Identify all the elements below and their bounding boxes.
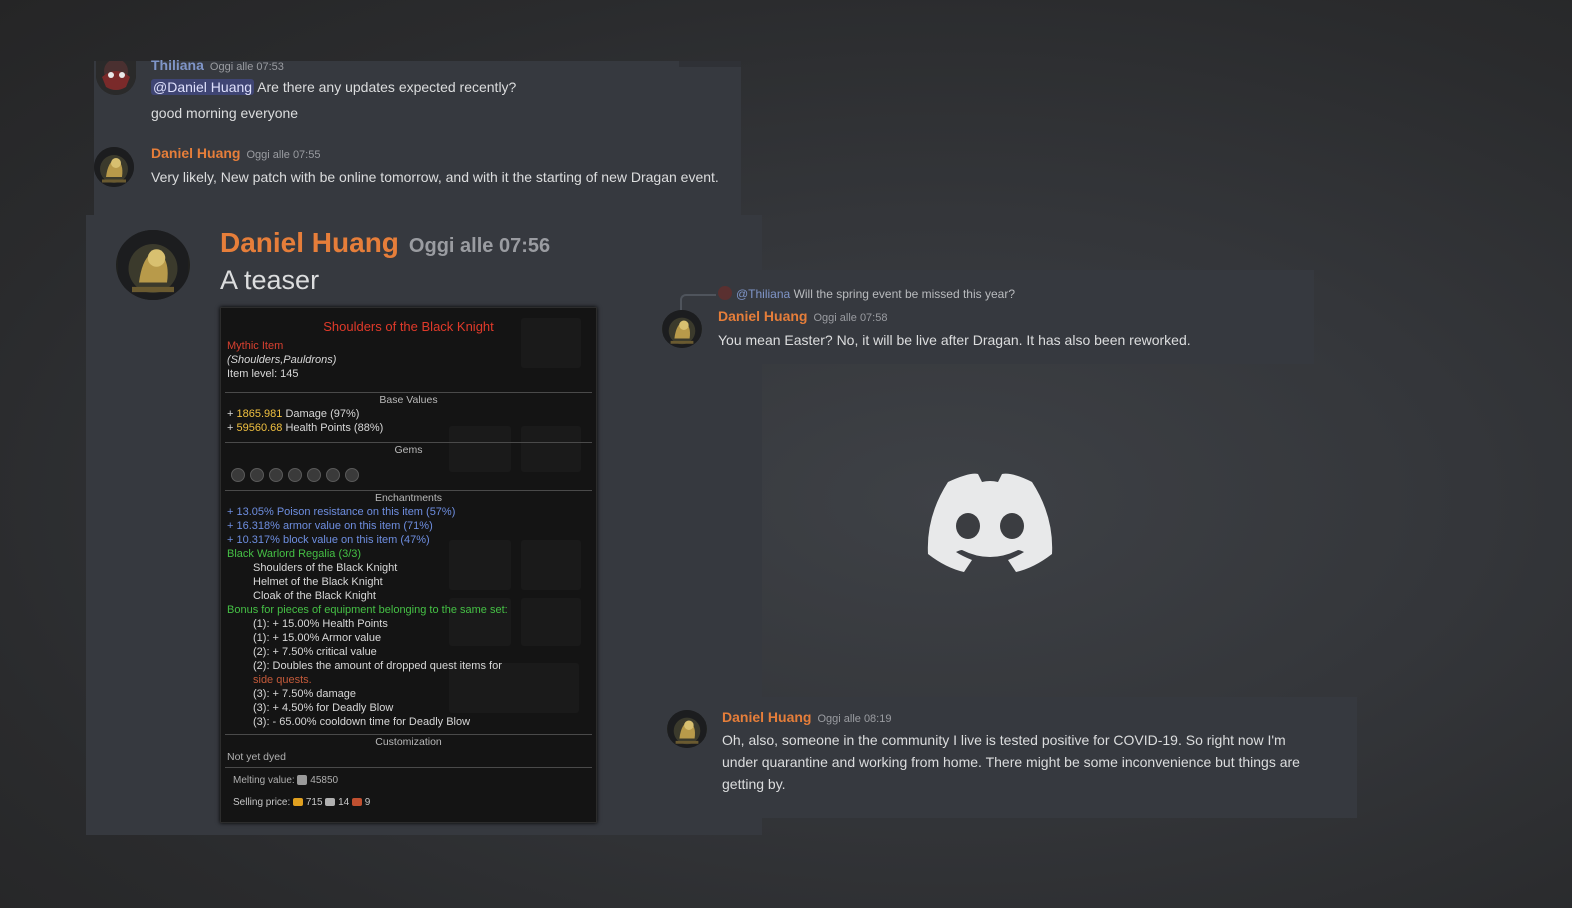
base-value-number: 1865.981	[236, 408, 283, 420]
divider	[225, 392, 592, 393]
set-bonus: (1): + 15.00% Health Points	[253, 618, 388, 630]
melting-number: 45850	[310, 775, 339, 786]
base-value-health: + 59560.68 Health Points (88%)	[227, 422, 384, 434]
divider	[225, 442, 592, 443]
message-text: A teaser	[220, 265, 320, 295]
avatar-daniel-huang[interactable]	[94, 147, 134, 187]
gem-slot	[345, 468, 359, 482]
avatar-daniel-huang[interactable]	[662, 310, 702, 348]
gem-slot	[250, 468, 264, 482]
melting-value: Melting value: 45850	[233, 774, 338, 788]
discord-logo-icon	[920, 470, 1060, 576]
side-quests-text: side quests.	[253, 674, 312, 686]
reply-avatar-icon	[718, 286, 732, 300]
item-tooltip-image[interactable]: Shoulders of the Black Knight Mythic Ite…	[220, 307, 597, 823]
username-thiliana[interactable]: Thiliana	[151, 57, 204, 73]
set-name: Black Warlord Regalia (3/3)	[227, 548, 362, 560]
timestamp: Oggi alle 07:55	[246, 149, 321, 161]
set-bonus: (2): Doubles the amount of dropped quest…	[253, 660, 502, 672]
set-bonus-header: Bonus for pieces of equipment belonging …	[227, 604, 508, 616]
silver-value: 14	[338, 797, 350, 808]
item-level: Item level: 145	[227, 368, 299, 380]
gem-slot	[231, 468, 245, 482]
silver-coin-icon	[325, 798, 336, 807]
message-text: Very likely, New patch with be online to…	[151, 169, 719, 185]
set-item: Cloak of the Black Knight	[253, 590, 376, 602]
gem-slot	[326, 468, 340, 482]
chat-panel-bottom: Daniel Huang Oggi alle 08:19 Oh, also, so…	[655, 697, 1357, 818]
set-bonus: (3): + 4.50% for Deadly Blow	[253, 702, 394, 714]
message-text: Are there any updates expected recently?	[257, 79, 517, 95]
set-bonus: (2): + 7.50% critical value	[253, 646, 377, 658]
copper-value: 9	[364, 797, 371, 808]
melting-icon	[297, 775, 308, 786]
selling-price: Selling price: 715 14 9	[233, 796, 370, 810]
base-values-header: Base Values	[379, 394, 438, 406]
base-value-number: 59560.68	[236, 422, 283, 434]
message-text: You mean Easter? No, it will be live aft…	[718, 332, 1191, 348]
item-rarity: Mythic Item	[227, 340, 284, 352]
enchantment: + 16.318% armor value on this item (71%)	[227, 520, 433, 532]
gems-header: Gems	[394, 444, 423, 456]
set-bonus: (1): + 15.00% Armor value	[253, 632, 382, 644]
gold-coin-icon	[293, 798, 304, 807]
gem-slot	[269, 468, 283, 482]
item-name: Shoulders of the Black Knight	[323, 319, 494, 334]
timestamp: Oggi alle 07:58	[813, 312, 888, 324]
set-bonus: (3): + 7.50% damage	[253, 688, 357, 700]
dye-status: Not yet dyed	[227, 751, 286, 763]
enchantment: + 13.05% Poison resistance on this item …	[227, 506, 456, 518]
enchantment: + 10.317% block value on this item (47%)	[227, 534, 430, 546]
username-daniel-huang[interactable]: Daniel Huang	[722, 709, 811, 725]
divider	[225, 734, 592, 735]
customization-header: Customization	[375, 736, 442, 748]
scroll-indicator[interactable]	[679, 61, 741, 67]
base-value-label: Health Points (88%)	[285, 422, 384, 434]
username-daniel-huang[interactable]: Daniel Huang	[718, 308, 807, 324]
user-mention[interactable]: @Daniel Huang	[151, 79, 255, 95]
base-value-damage: + 1865.981 Damage (97%)	[227, 408, 360, 420]
gem-slots	[231, 468, 364, 487]
gold-value: 715	[305, 797, 323, 808]
reply-connector	[680, 294, 716, 310]
gem-slot	[307, 468, 321, 482]
avatar-daniel-huang[interactable]	[116, 230, 190, 300]
avatar-thiliana[interactable]	[96, 61, 136, 95]
avatar-daniel-huang[interactable]	[667, 710, 707, 748]
melting-label: Melting value:	[233, 775, 295, 786]
set-item: Helmet of the Black Knight	[253, 576, 383, 588]
reply-text: Will the spring event be missed this yea…	[793, 287, 1015, 301]
message-text: Oh, also, someone in the community I liv…	[722, 732, 1300, 792]
base-value-label: Damage (97%)	[285, 408, 360, 420]
timestamp: Oggi alle 07:53	[209, 61, 284, 73]
gem-slot	[288, 468, 302, 482]
timestamp: Oggi alle 08:19	[817, 713, 892, 725]
message-text: good morning everyone	[151, 105, 299, 121]
reply-mention[interactable]: @Thiliana	[736, 287, 790, 301]
timestamp: Oggi alle 07:56	[408, 235, 551, 257]
username-daniel-huang[interactable]: Daniel Huang	[220, 227, 399, 258]
set-item: Shoulders of the Black Knight	[253, 562, 398, 574]
selling-label: Selling price:	[233, 797, 291, 808]
username-daniel-huang[interactable]: Daniel Huang	[151, 145, 240, 161]
item-slot: (Shoulders,Pauldrons)	[227, 354, 337, 366]
chat-panel-top: Thiliana Oggi alle 07:53 @Daniel Huang Ar…	[94, 57, 741, 215]
chat-panel-reply: @Thiliana Will the spring event be misse…	[645, 270, 1314, 364]
copper-coin-icon	[351, 798, 362, 807]
divider	[225, 767, 592, 768]
enchantments-header: Enchantments	[374, 492, 443, 504]
divider	[225, 490, 592, 491]
set-bonus: (3): - 65.00% cooldown time for Deadly B…	[253, 716, 471, 728]
reply-preview[interactable]: @Thiliana Will the spring event be misse…	[718, 286, 1015, 301]
